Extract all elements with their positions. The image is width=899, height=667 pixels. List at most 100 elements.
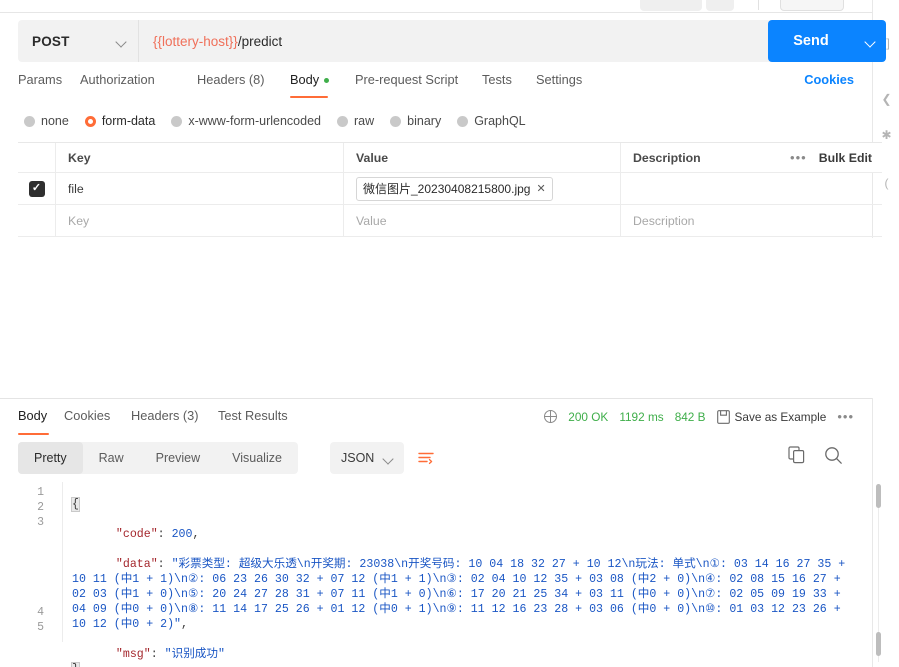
tab-tests[interactable]: Tests xyxy=(482,72,512,95)
radio-selected-icon xyxy=(84,115,96,127)
scrollbar-thumb-top[interactable] xyxy=(876,484,881,508)
chevron-down-icon xyxy=(384,454,393,463)
tab-pre-request-script[interactable]: Pre-request Script xyxy=(355,72,458,95)
request-url-bar: POST {{lottery-host}}/predict xyxy=(18,20,854,62)
tab-settings-label: Settings xyxy=(536,72,583,87)
top-ghost-control-3 xyxy=(780,0,844,11)
row-checkbox[interactable] xyxy=(28,180,45,197)
radio-none[interactable]: none xyxy=(24,114,69,128)
radio-raw[interactable]: raw xyxy=(337,114,374,128)
status-badge: 200 OK xyxy=(568,409,609,424)
comment-icon[interactable]: ✱ xyxy=(873,128,899,142)
json-colon: : xyxy=(157,558,172,571)
json-line-data: "data": "彩票类型: 超级大乐透\n开奖期: 23038\n开奖号码: … xyxy=(72,558,852,631)
scrollbar-thumb-bottom[interactable] xyxy=(876,632,881,656)
file-chip[interactable]: 微信图片_20230408215800.jpg ✕ xyxy=(356,176,553,201)
body-type-radio-group: none form-data x-www-form-urlencoded raw… xyxy=(24,112,542,130)
request-tabs: Params Authorization Headers (8) Body Pr… xyxy=(18,72,854,100)
response-format-label: JSON xyxy=(341,451,375,465)
placeholder-key-cell[interactable]: Key xyxy=(56,205,344,236)
save-as-example-button[interactable]: Save as Example xyxy=(716,409,827,424)
placeholder-value-text: Value xyxy=(356,213,387,228)
radio-graphql[interactable]: GraphQL xyxy=(457,114,526,128)
response-tab-cookies[interactable]: Cookies xyxy=(64,408,110,431)
tab-settings[interactable]: Settings xyxy=(536,72,582,95)
radio-icon xyxy=(171,115,183,127)
response-tab-headers[interactable]: Headers (3) xyxy=(131,408,199,431)
json-key-data: "data" xyxy=(115,558,158,571)
json-key-code: "code" xyxy=(115,528,158,541)
view-mode-raw[interactable]: Raw xyxy=(83,442,140,474)
response-meta: 200 OK 1192 ms 842 B Save as Example ••• xyxy=(544,409,854,424)
header-key-cell: Key xyxy=(56,143,344,172)
json-value-data: "彩票类型: 超级大乐透\n开奖期: 23038\n开奖号码: 10 04 18… xyxy=(72,558,853,631)
save-as-example-label: Save as Example xyxy=(734,409,827,424)
radio-icon xyxy=(24,115,35,127)
response-tab-headers-label: Headers (3) xyxy=(131,408,199,423)
tab-pre-request-script-label: Pre-request Script xyxy=(355,72,459,87)
search-icon xyxy=(825,447,842,464)
http-method-select[interactable]: POST xyxy=(18,20,138,62)
copy-response-button[interactable] xyxy=(788,446,810,468)
bulk-edit-button[interactable]: Bulk Edit xyxy=(819,151,872,165)
tab-headers[interactable]: Headers (8) xyxy=(197,72,265,95)
chevron-left-icon[interactable]: ❮ xyxy=(873,92,899,106)
radio-x-www-form-urlencoded[interactable]: x-www-form-urlencoded xyxy=(171,114,321,128)
response-body-json[interactable]: 1 2 3 4 5 { "code": 200, "data": "彩票类型: … xyxy=(18,482,872,667)
response-splitter[interactable] xyxy=(0,398,872,399)
more-options-icon[interactable]: ••• xyxy=(790,150,807,165)
json-comma: , xyxy=(192,528,200,541)
line-number: 1 xyxy=(37,486,44,499)
radio-form-data-label: form-data xyxy=(101,114,156,128)
tab-authorization[interactable]: Authorization xyxy=(80,72,155,95)
view-mode-pretty[interactable]: Pretty xyxy=(18,442,83,474)
json-comma: , xyxy=(181,618,188,631)
placeholder-value-cell[interactable]: Value xyxy=(344,205,621,236)
json-colon: : xyxy=(150,648,165,661)
line-number: 2 xyxy=(37,501,44,514)
remove-file-icon[interactable]: ✕ xyxy=(536,182,545,195)
line-number: 4 xyxy=(37,606,44,619)
response-tab-body[interactable]: Body xyxy=(18,408,49,435)
header-description-cell: Description ••• Bulk Edit xyxy=(621,143,882,172)
cookies-link[interactable]: Cookies xyxy=(804,72,854,87)
tab-body[interactable]: Body xyxy=(290,72,330,98)
line-number: 5 xyxy=(37,621,44,634)
header-description-label: Description xyxy=(633,150,701,165)
search-response-button[interactable] xyxy=(824,446,846,468)
top-ghost-control-2 xyxy=(706,0,734,11)
row-description-cell[interactable] xyxy=(621,173,882,204)
tab-params[interactable]: Params xyxy=(18,72,62,95)
response-tabs: Body Cookies Headers (3) Test Results 20… xyxy=(18,408,854,435)
send-options-button[interactable] xyxy=(854,20,886,62)
response-scrollbar[interactable] xyxy=(876,484,881,662)
radio-icon xyxy=(390,115,402,127)
response-format-select[interactable]: JSON xyxy=(330,442,405,474)
json-value-code: 200 xyxy=(171,528,193,541)
copy-icon xyxy=(788,446,805,464)
row-key-cell[interactable]: file xyxy=(56,173,344,204)
json-line-msg: "msg": "识别成功" xyxy=(72,648,225,661)
active-tab-underline xyxy=(18,432,49,435)
table-row: file 微信图片_20230408215800.jpg ✕ xyxy=(18,173,882,205)
view-mode-preview[interactable]: Preview xyxy=(140,442,216,474)
json-key-msg: "msg" xyxy=(115,648,151,661)
chevron-down-icon xyxy=(866,37,875,46)
send-button[interactable]: Send xyxy=(768,20,854,62)
placeholder-description-cell[interactable]: Description xyxy=(621,205,882,236)
radio-icon xyxy=(337,115,348,127)
json-close-brace: } xyxy=(71,662,80,667)
response-tab-test-results[interactable]: Test Results xyxy=(218,408,288,431)
response-more-options-icon[interactable]: ••• xyxy=(837,409,854,424)
top-divider xyxy=(758,0,759,10)
row-value-cell[interactable]: 微信图片_20230408215800.jpg ✕ xyxy=(344,173,621,204)
wrap-lines-button[interactable] xyxy=(412,442,440,474)
radio-form-data[interactable]: form-data xyxy=(84,114,156,128)
view-mode-visualize[interactable]: Visualize xyxy=(216,442,298,474)
request-body-empty-area xyxy=(18,238,882,398)
response-tab-test-results-label: Test Results xyxy=(218,408,288,423)
url-input[interactable]: {{lottery-host}}/predict xyxy=(138,20,854,62)
postman-window: [] ❮ ✱ ( POST {{lottery-host}}/predict S… xyxy=(0,0,899,667)
http-method-label: POST xyxy=(32,33,70,49)
radio-binary[interactable]: binary xyxy=(390,114,441,128)
